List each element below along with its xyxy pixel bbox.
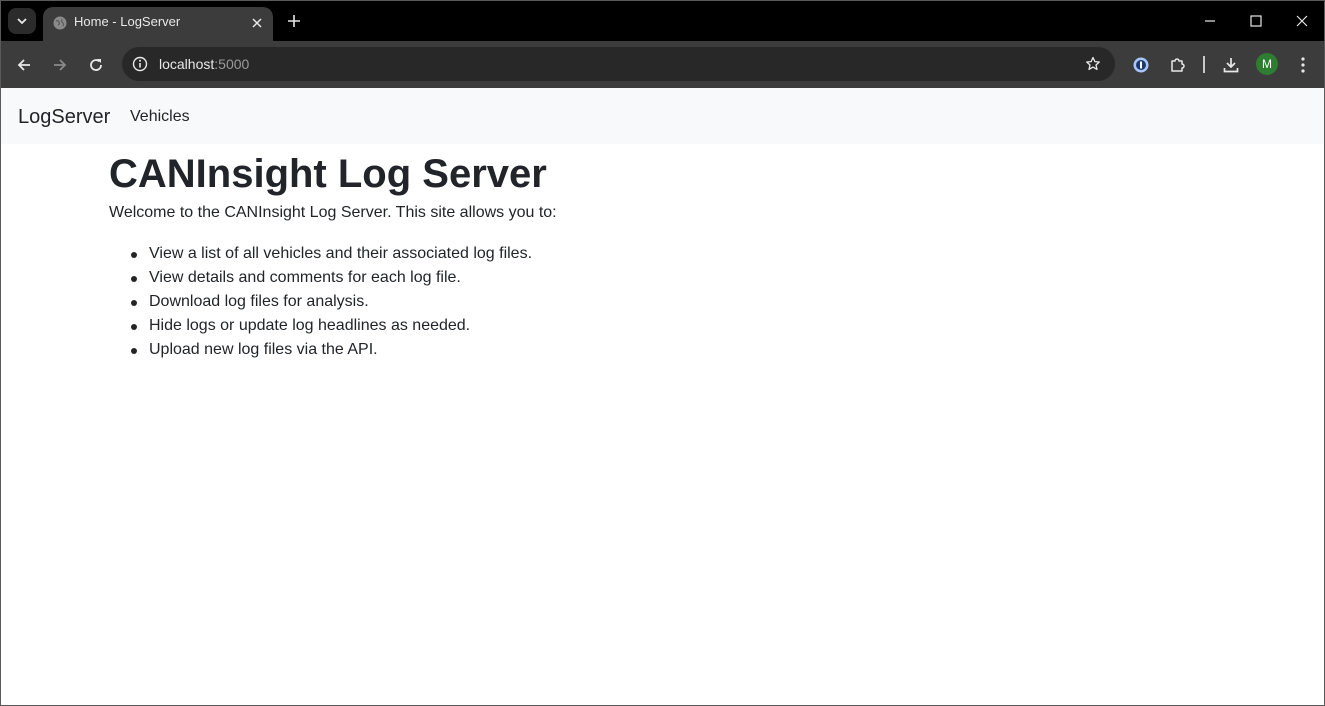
site-info-button[interactable] [130,54,150,74]
bookmark-button[interactable] [1083,54,1103,74]
arrow-left-icon [17,59,30,71]
feature-list: View a list of all vehicles and their as… [109,242,532,362]
extensions-button[interactable] [1165,52,1191,78]
url-host: localhost [159,56,215,72]
address-bar[interactable]: localhost:5000 [122,47,1115,81]
navbar-brand[interactable]: LogServer [18,105,110,129]
list-item: View a list of all vehicles and their as… [109,242,532,266]
minimize-icon [1205,20,1215,22]
close-icon [1296,15,1308,27]
tab-close-button[interactable] [249,15,265,31]
back-button[interactable] [11,52,37,78]
download-icon [1223,58,1239,73]
puzzle-icon [1171,58,1185,72]
site-navbar: LogServer Vehicles [1,88,1324,144]
url-text: localhost:5000 [159,56,249,72]
plus-icon [288,15,300,27]
star-icon [1086,56,1100,71]
maximize-button[interactable] [1233,1,1279,41]
active-tab[interactable]: Home - LogServer [43,7,273,41]
reload-button[interactable] [83,52,109,78]
nav-link-vehicles[interactable]: Vehicles [130,107,190,127]
downloads-button[interactable] [1218,52,1244,78]
password-manager-button[interactable] [1128,52,1154,78]
info-icon [132,56,148,72]
maximize-icon [1250,15,1262,27]
arrow-right-icon [54,59,67,71]
tab-search-button[interactable] [8,8,36,34]
tab-title: Home - LogServer [74,14,181,29]
profile-avatar[interactable]: M [1256,53,1278,75]
browser-menu-button[interactable] [1290,52,1316,78]
list-item: Download log files for analysis. [109,290,532,314]
minimize-button[interactable] [1187,1,1233,41]
list-item: Hide logs or update log headlines as nee… [109,314,532,338]
close-icon [252,18,262,28]
list-item: View details and comments for each log f… [109,266,532,290]
browser-window: Home - LogServer localhost:5000 M LogSer… [0,0,1325,706]
list-item: Upload new log files via the API. [109,338,532,362]
tab-strip: Home - LogServer [1,1,1324,41]
intro-text: Welcome to the CANInsight Log Server. Th… [109,204,557,221]
globe-icon [53,16,67,30]
chevron-down-icon [17,18,27,25]
browser-toolbar: localhost:5000 M [1,41,1324,88]
page-viewport: LogServer Vehicles CANInsight Log Server… [1,88,1324,705]
close-window-button[interactable] [1279,1,1324,41]
reload-icon [90,59,102,71]
more-vertical-icon [1301,57,1305,73]
toolbar-divider [1203,56,1205,73]
page-title: CANInsight Log Server [109,152,547,196]
password-manager-icon [1133,57,1149,73]
url-port: :5000 [214,56,250,72]
new-tab-button[interactable] [282,9,306,33]
forward-button[interactable] [47,52,73,78]
